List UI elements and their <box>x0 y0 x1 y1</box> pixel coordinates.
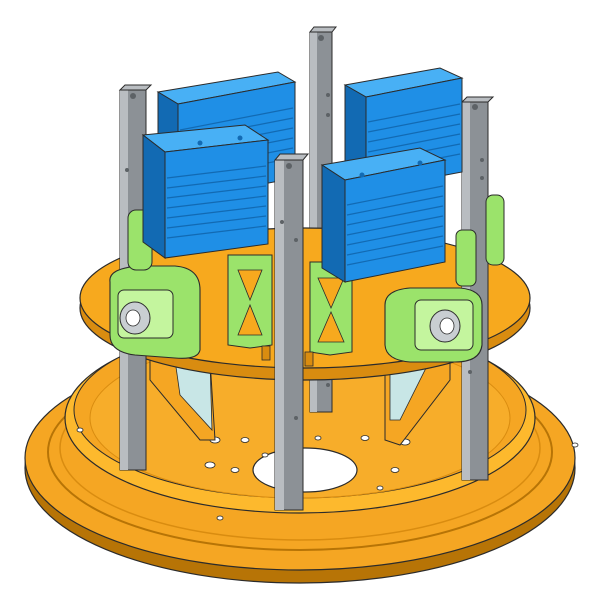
bracket-upright-back-right <box>485 194 505 266</box>
truss-left <box>227 254 273 349</box>
bearing-housing-right <box>384 287 483 363</box>
base-center-hole <box>252 447 358 493</box>
bearing-housing-left <box>109 265 201 359</box>
cad-assembly-render <box>24 26 579 584</box>
column-front-center <box>273 153 310 511</box>
servo-motor-icon <box>141 124 270 259</box>
bracket-upright-mid-right <box>455 229 477 287</box>
servo-motor-icon <box>320 147 447 283</box>
